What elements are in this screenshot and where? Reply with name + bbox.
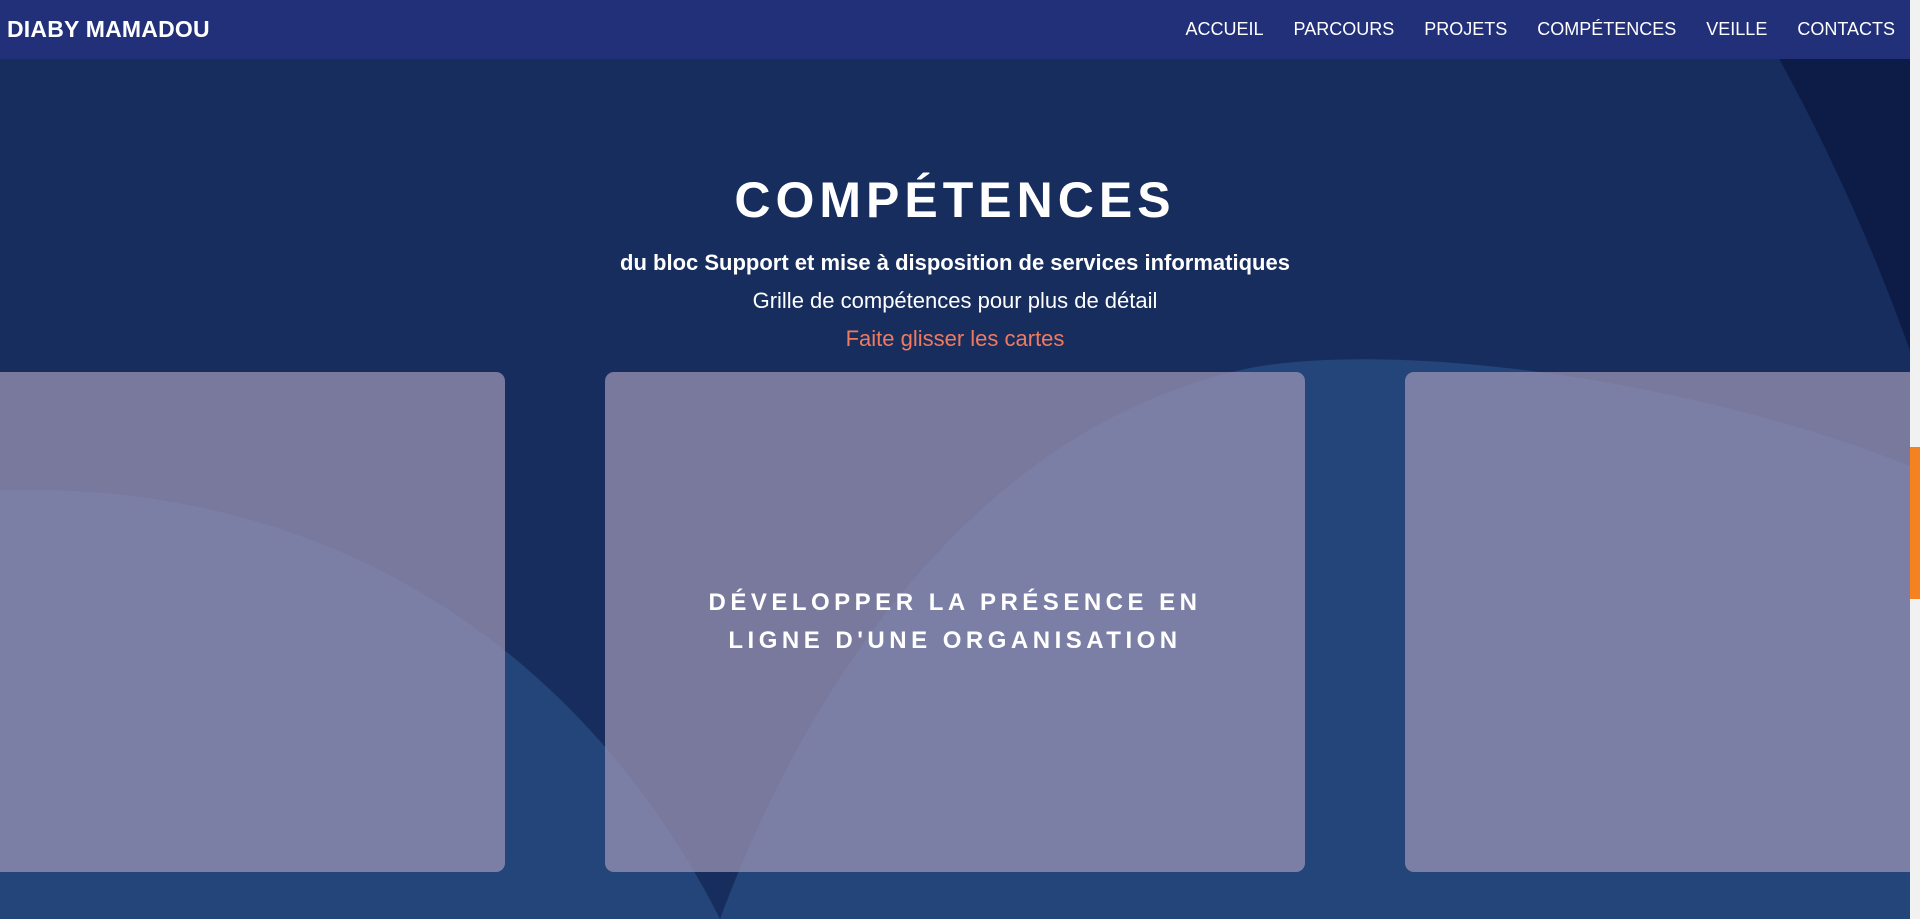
section-title: COMPÉTENCES <box>734 172 1176 228</box>
nav-link-veille[interactable]: VEILLE <box>1706 19 1767 40</box>
navbar: DIABY MAMADOU ACCUEIL PARCOURS PROJETS C… <box>0 0 1910 59</box>
competence-grid-link[interactable]: Grille de compétences pour plus de détai… <box>0 286 1910 316</box>
scrollbar-thumb[interactable] <box>1910 447 1920 599</box>
nav-link-accueil[interactable]: ACCUEIL <box>1186 19 1264 40</box>
section-subtitle: du bloc Support et mise à disposition de… <box>620 250 1290 275</box>
competences-header: COMPÉTENCES du bloc Support et mise à di… <box>0 168 1910 354</box>
site-logo[interactable]: DIABY MAMADOU <box>0 16 210 43</box>
card-previous[interactable] <box>0 372 505 872</box>
card-active[interactable]: DÉVELOPPER LA PRÉSENCE EN LIGNE D'UNE OR… <box>605 372 1305 872</box>
page-scrollbar[interactable] <box>1910 0 1920 919</box>
nav-link-parcours[interactable]: PARCOURS <box>1294 19 1395 40</box>
nav-link-competences[interactable]: COMPÉTENCES <box>1537 19 1676 40</box>
nav-link-contacts[interactable]: CONTACTS <box>1797 19 1895 40</box>
page: DIABY MAMADOU ACCUEIL PARCOURS PROJETS C… <box>0 0 1920 919</box>
card-active-title: DÉVELOPPER LA PRÉSENCE EN LIGNE D'UNE OR… <box>708 589 1202 654</box>
nav-menu: ACCUEIL PARCOURS PROJETS COMPÉTENCES VEI… <box>1156 19 1910 40</box>
card-next[interactable] <box>1405 372 1915 872</box>
swipe-hint: Faite glisser les cartes <box>845 326 1065 351</box>
nav-link-projets[interactable]: PROJETS <box>1424 19 1507 40</box>
